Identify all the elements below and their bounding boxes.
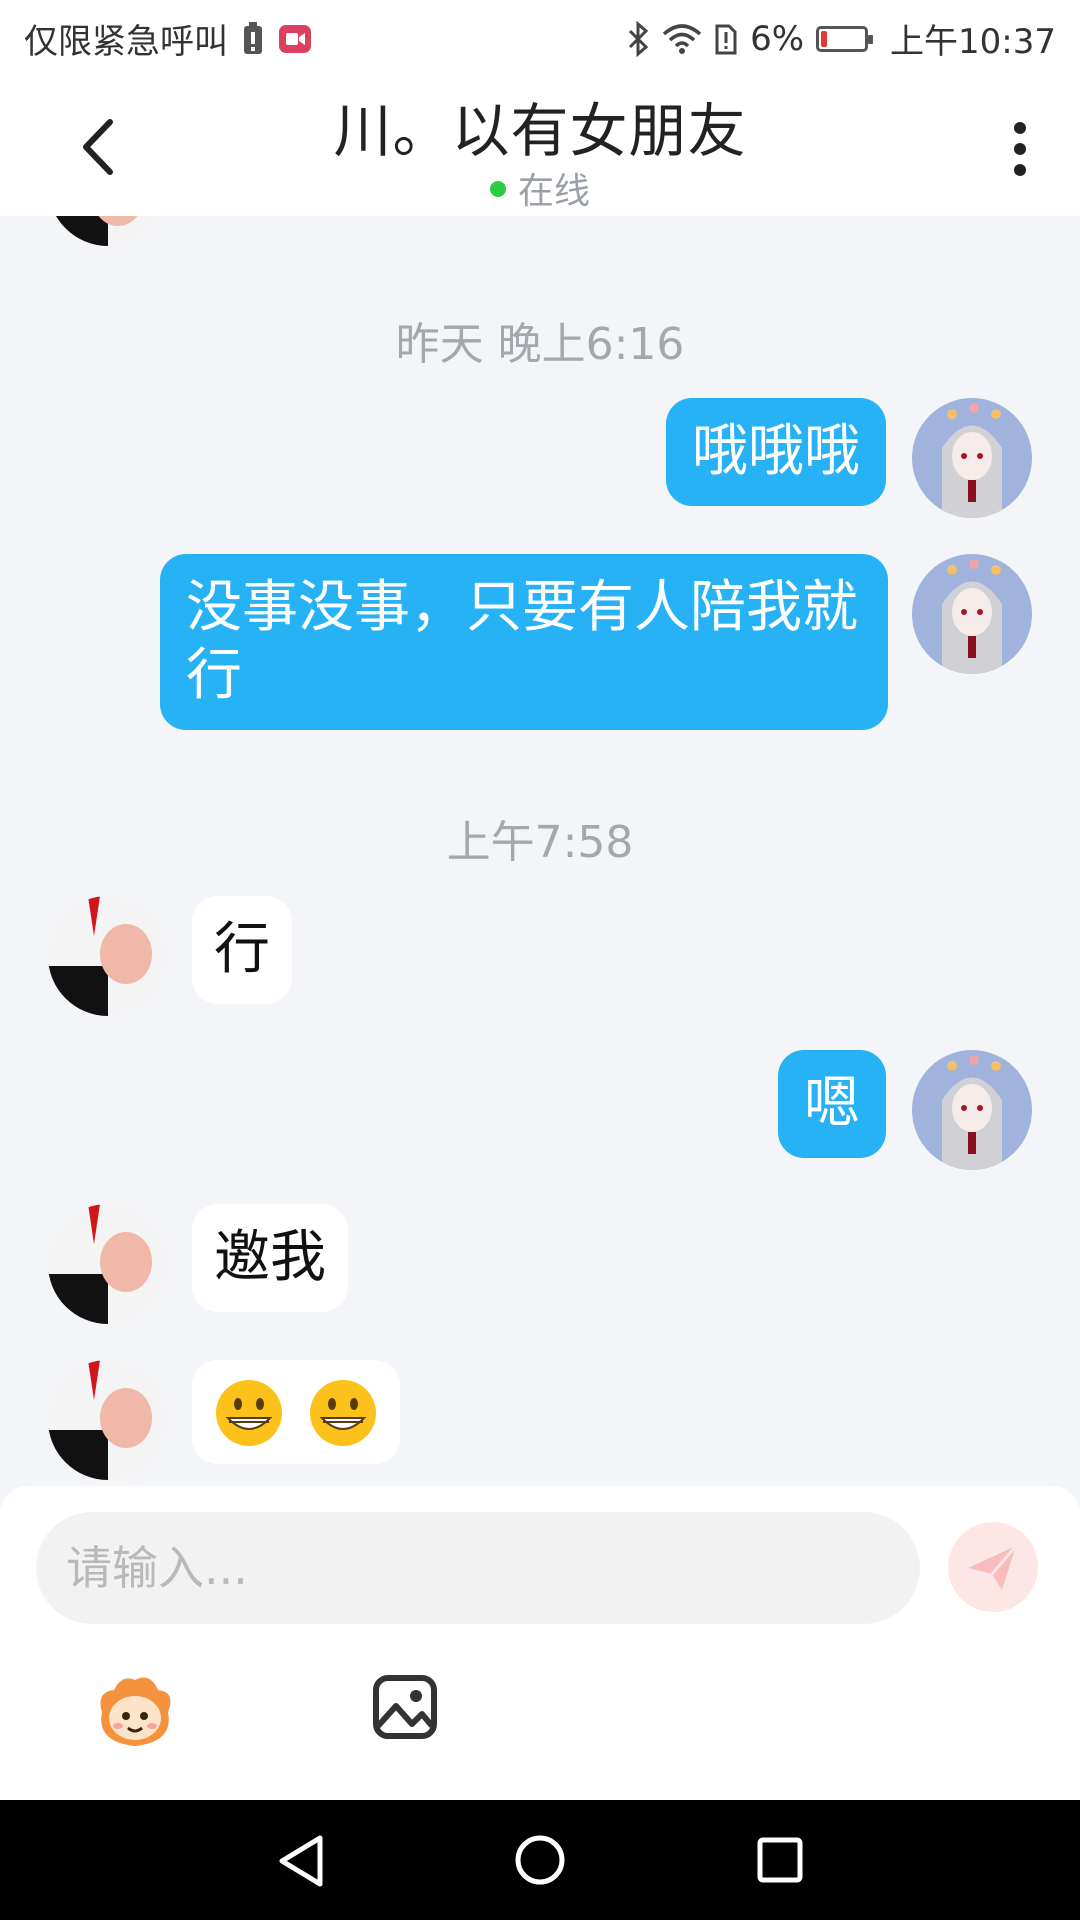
contact-avatar[interactable] xyxy=(48,1204,168,1324)
sim-alert-icon xyxy=(715,24,737,54)
outgoing-message-bubble[interactable]: 没事没事，只要有人陪我就行 xyxy=(160,554,888,730)
more-options-icon[interactable] xyxy=(1000,114,1040,184)
contact-avatar[interactable] xyxy=(48,896,168,1016)
nav-back-icon[interactable] xyxy=(276,1834,326,1888)
contact-name: 川。以有女朋友 xyxy=(333,97,747,165)
timestamp: 上午7:58 xyxy=(446,817,634,868)
contact-avatar[interactable] xyxy=(48,1360,168,1480)
status-time: 上午10:37 xyxy=(890,22,1056,62)
my-avatar[interactable] xyxy=(912,1050,1032,1170)
bluetooth-icon xyxy=(629,20,649,57)
sim-battery-icon xyxy=(244,21,262,54)
emoji-mascot-icon[interactable] xyxy=(92,1672,178,1752)
system-navigation-bar xyxy=(0,1800,1080,1920)
chat-header: 川。以有女朋友 在线 xyxy=(0,74,1080,216)
incoming-message-bubble[interactable]: 邀我 xyxy=(192,1204,348,1312)
my-avatar[interactable] xyxy=(912,554,1032,674)
timestamp: 昨天 晚上6:16 xyxy=(395,319,685,370)
send-button[interactable] xyxy=(948,1522,1038,1612)
battery-icon xyxy=(816,25,874,52)
outgoing-message-bubble[interactable]: 嗯 xyxy=(778,1050,886,1158)
message-input[interactable] xyxy=(36,1512,920,1624)
my-avatar[interactable] xyxy=(912,398,1032,518)
nav-home-icon[interactable] xyxy=(514,1834,566,1886)
image-icon[interactable] xyxy=(372,1674,438,1740)
message-list[interactable]: 昨天 晚上6:16 哦哦哦 没事没事，只要有人陪我就行 上午7:58 行 嗯 邀… xyxy=(0,216,1080,1486)
send-icon xyxy=(968,1545,1018,1590)
online-dot-icon xyxy=(489,181,506,197)
presence-status: 在线 xyxy=(0,162,1080,214)
presence-text: 在线 xyxy=(517,171,590,212)
grinning-face-icon xyxy=(216,1379,282,1446)
outgoing-message-bubble[interactable]: 哦哦哦 xyxy=(666,398,886,506)
nav-recents-icon[interactable] xyxy=(756,1836,804,1884)
contact-avatar[interactable] xyxy=(48,216,168,246)
incoming-message-bubble[interactable]: 行 xyxy=(192,896,292,1004)
battery-percent: 6% xyxy=(750,18,805,59)
composer-panel xyxy=(0,1486,1080,1800)
screen-record-icon xyxy=(279,24,311,53)
incoming-message-bubble[interactable] xyxy=(192,1360,400,1464)
status-bar: 仅限紧急呼叫 6% 上午10:37 xyxy=(0,0,1080,74)
grinning-face-icon xyxy=(309,1379,376,1446)
wifi-icon xyxy=(662,23,702,54)
carrier-text: 仅限紧急呼叫 xyxy=(24,22,228,62)
